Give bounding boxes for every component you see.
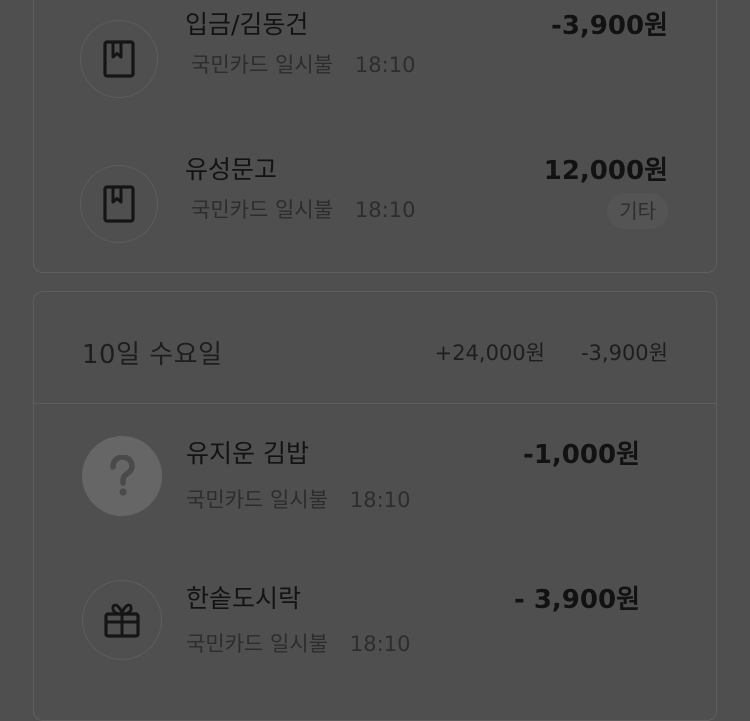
question-mark-icon (110, 455, 135, 496)
transaction-amount: -1,000원 (523, 440, 640, 470)
category-icon-circle (82, 580, 162, 660)
transaction-amount: 12,000원 (543, 156, 668, 186)
gift-icon (104, 603, 140, 638)
transaction-name: 유성문고 (185, 155, 278, 184)
transaction-amount: -3,900원 (551, 11, 668, 41)
transaction-item[interactable]: 유지운 김밥 국민카드 일시불 18:10 -1,000원 (34, 417, 716, 537)
day-expense-total: -3,900원 (580, 341, 668, 365)
transaction-group-card: 입금/김동건 국민카드 일시불 18:10 -3,900원 유성문고 국민카드 일… (33, 0, 717, 273)
transaction-time: 18:10 (349, 488, 411, 512)
transaction-time: 18:10 (354, 53, 416, 77)
transaction-name: 한솥도시락 (186, 584, 302, 613)
payment-method: 국민카드 일시불 (191, 198, 333, 222)
transaction-meta: 국민카드 일시불 18:10 (186, 628, 410, 658)
category-icon-circle (82, 436, 162, 516)
transaction-item[interactable]: 한솥도시락 국민카드 일시불 18:10 - 3,900원 (34, 562, 716, 682)
transaction-amount: - 3,900원 (513, 585, 640, 615)
transaction-item[interactable]: 입금/김동건 국민카드 일시불 18:10 -3,900원 (34, 0, 716, 120)
category-icon-circle (80, 165, 158, 243)
transaction-group-card: 10일 수요일 +24,000원 -3,900원 유지운 김밥 국민카드 일시불… (33, 291, 717, 721)
transaction-name: 입금/김동건 (185, 10, 309, 39)
payment-method: 국민카드 일시불 (186, 632, 328, 656)
day-title: 10일 수요일 (82, 340, 223, 370)
category-icon-circle (80, 20, 158, 98)
bookmark-book-icon (103, 40, 135, 78)
transaction-meta: 국민카드 일시불 18:10 (191, 49, 415, 79)
transaction-meta: 국민카드 일시불 18:10 (186, 484, 410, 514)
payment-method: 국민카드 일시불 (186, 488, 328, 512)
day-header: 10일 수요일 +24,000원 -3,900원 (34, 292, 716, 404)
transaction-name: 유지운 김밥 (186, 439, 309, 468)
payment-method: 국민카드 일시불 (191, 53, 333, 77)
day-income-total: +24,000원 (434, 341, 545, 365)
transaction-time: 18:10 (349, 632, 411, 656)
transaction-time: 18:10 (354, 198, 416, 222)
bookmark-book-icon (103, 185, 135, 223)
category-tag: 기타 (607, 193, 668, 229)
transaction-meta: 국민카드 일시불 18:10 (191, 194, 415, 224)
transaction-item[interactable]: 유성문고 국민카드 일시불 18:10 12,000원 기타 (34, 145, 716, 265)
